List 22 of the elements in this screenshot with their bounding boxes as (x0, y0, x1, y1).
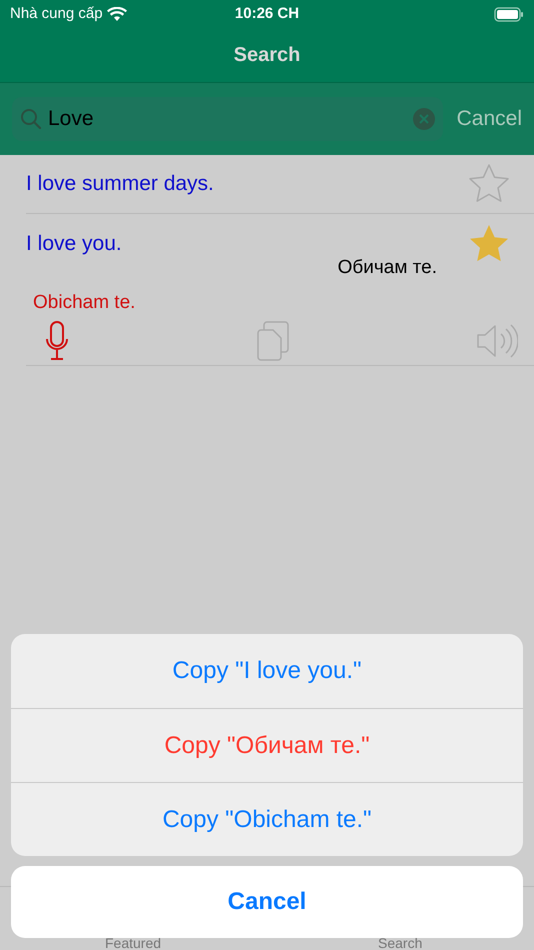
copy-button[interactable]: Copy "I love you." (11, 634, 523, 708)
wifi-icon (106, 6, 127, 22)
translation-text: Обичам те. (338, 256, 437, 280)
cancel-action-menu[interactable]: Cancel (11, 866, 523, 938)
cancel-button[interactable]: Cancel (442, 103, 522, 135)
copy-button[interactable]: Copy "Обичам те." (11, 708, 523, 782)
phrase-text: I love summer days. (26, 171, 214, 198)
battery-icon (494, 6, 524, 22)
speaker-icon[interactable] (476, 323, 518, 359)
copy-button[interactable]: Copy "Obicham te." (11, 782, 523, 856)
clear-icon[interactable] (412, 108, 435, 130)
search-field[interactable]: Love (12, 97, 443, 141)
star-icon[interactable] (468, 163, 510, 205)
carrier-name: Nhà cung cấp (10, 4, 103, 24)
documents-icon[interactable] (256, 321, 290, 361)
microphone-icon[interactable] (44, 321, 70, 361)
transliteration-text: Obicham te. (33, 292, 136, 312)
nav-title: Search (234, 43, 300, 68)
phrase-text: I love you. (26, 231, 122, 258)
status-time: 10:26 CH (234, 4, 300, 24)
search-icon (20, 108, 42, 130)
search-field[interactable]: Love (42, 103, 413, 135)
